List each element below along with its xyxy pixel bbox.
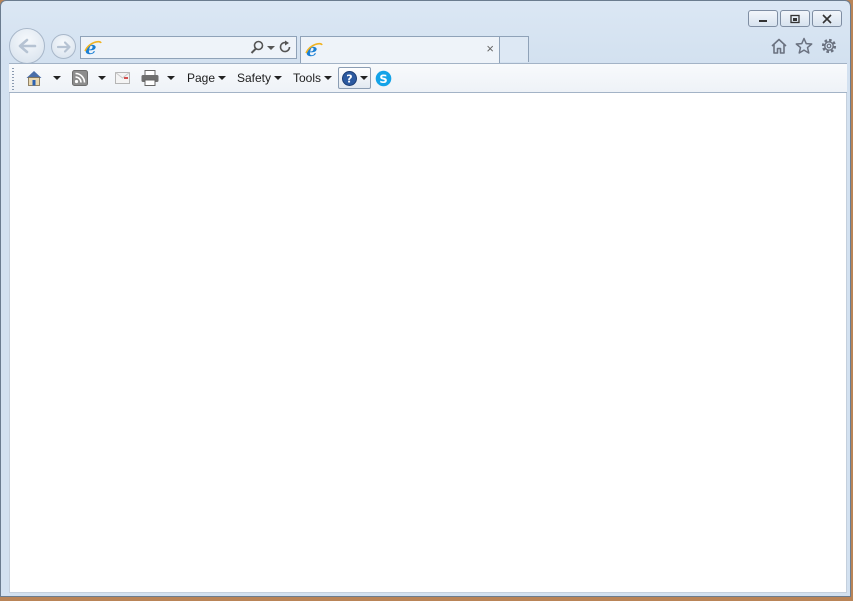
tab-close-icon[interactable]: × — [486, 42, 494, 55]
read-mail-icon — [115, 72, 130, 84]
restore-icon — [790, 14, 800, 23]
chevron-down-icon — [324, 76, 333, 80]
home-dropdown-caret[interactable] — [53, 76, 61, 80]
page-menu[interactable]: Page — [187, 64, 227, 92]
skype-button[interactable]: S — [375, 64, 392, 92]
command-bar: Page Safety Tools ? S — [9, 63, 847, 93]
search-icon[interactable] — [250, 40, 264, 54]
address-input[interactable] — [105, 39, 235, 56]
dropdown-icon[interactable] — [267, 40, 275, 54]
print-button[interactable] — [141, 64, 175, 92]
read-mail-button[interactable] — [115, 64, 130, 92]
print-icon — [141, 70, 159, 86]
home-button[interactable] — [25, 64, 61, 92]
chevron-down-icon — [274, 76, 283, 80]
feeds-dropdown-caret[interactable] — [98, 76, 106, 80]
command-bar-grip[interactable] — [12, 68, 14, 90]
forward-arrow-icon — [56, 40, 71, 53]
help-button[interactable]: ? — [338, 67, 371, 89]
restore-button[interactable] — [780, 10, 810, 27]
chevron-down-icon — [218, 76, 227, 80]
tools-menu-label: Tools — [293, 71, 322, 85]
rss-feed-icon — [72, 70, 88, 86]
minimize-button[interactable] — [748, 10, 778, 27]
svg-text:?: ? — [346, 72, 352, 85]
skype-icon: S — [375, 70, 392, 86]
browser-window: e e × Page Safety Tools ? S — [0, 0, 851, 597]
close-button[interactable] — [812, 10, 842, 27]
ie-logo-icon: e — [305, 40, 323, 62]
help-dropdown-caret — [359, 76, 368, 80]
back-button[interactable] — [9, 28, 45, 64]
refresh-icon[interactable] — [278, 40, 292, 54]
home-icon — [26, 71, 42, 86]
feeds-button[interactable] — [72, 64, 106, 92]
page-menu-label: Page — [187, 71, 216, 85]
favorites-star-icon[interactable] — [795, 37, 813, 55]
help-icon: ? — [341, 70, 357, 86]
safety-menu-label: Safety — [237, 71, 272, 85]
page-content-area[interactable] — [9, 93, 847, 593]
new-tab-button[interactable] — [500, 36, 529, 62]
address-tools — [250, 40, 292, 54]
forward-button[interactable] — [51, 34, 76, 59]
tools-menu[interactable]: Tools — [293, 64, 333, 92]
close-icon — [822, 13, 832, 24]
tab-active[interactable]: e × — [300, 36, 500, 63]
back-arrow-icon — [18, 38, 37, 54]
minimize-icon — [759, 19, 767, 22]
settings-gear-icon[interactable] — [820, 37, 838, 55]
safety-menu[interactable]: Safety — [237, 64, 283, 92]
home-icon[interactable] — [770, 37, 788, 55]
toolbar-right — [770, 37, 838, 55]
print-dropdown-caret[interactable] — [167, 76, 175, 80]
ie-logo-icon: e — [84, 38, 102, 60]
svg-text:S: S — [379, 71, 387, 85]
caption-buttons — [748, 10, 842, 27]
address-bar: e — [80, 36, 297, 59]
